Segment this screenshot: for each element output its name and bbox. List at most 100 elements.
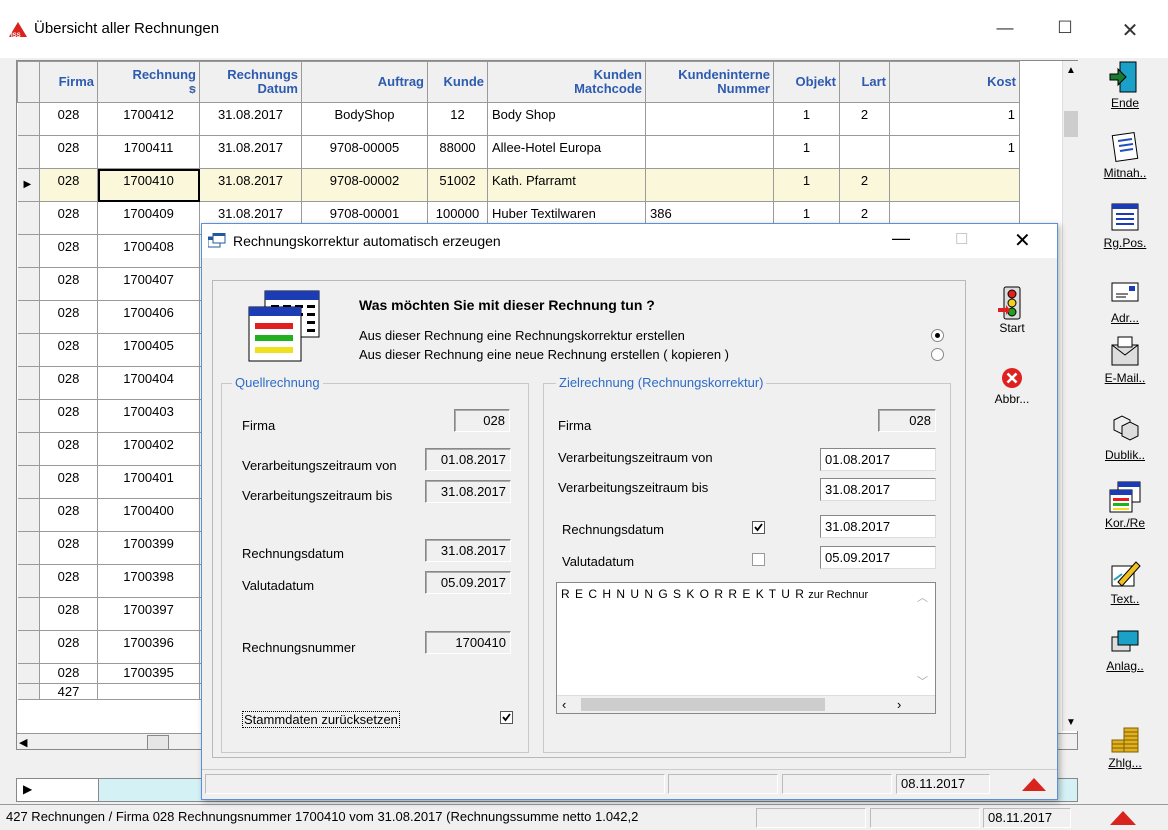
memo-scroll-up-icon[interactable]: ︿ xyxy=(917,589,928,605)
row-indicator[interactable] xyxy=(17,597,40,631)
toolbar-button-mitnah[interactable]: Mitnah.. xyxy=(1085,130,1165,180)
target-bis-input[interactable]: 31.08.2017 xyxy=(820,478,936,501)
table-cell[interactable]: 028 xyxy=(39,531,98,565)
table-cell[interactable]: 028 xyxy=(39,234,98,268)
toolbar-button-adr[interactable]: Adr... xyxy=(1085,275,1165,325)
memo-horizontal-scrollbar[interactable]: ‹ › xyxy=(557,695,935,713)
toolbar-button-korre[interactable]: Kor./Re xyxy=(1085,480,1165,530)
table-cell[interactable]: 1 xyxy=(773,135,840,169)
table-cell[interactable]: 028 xyxy=(39,168,98,202)
row-indicator[interactable]: ▶ xyxy=(17,168,40,202)
table-cell[interactable]: 028 xyxy=(39,663,98,684)
table-cell[interactable]: BodyShop xyxy=(301,102,428,136)
column-header-rechnungsdatum[interactable]: Rechnungs Datum xyxy=(199,61,302,103)
target-valuta-input[interactable]: 05.09.2017 xyxy=(820,546,936,569)
row-indicator[interactable] xyxy=(17,663,40,684)
table-cell[interactable]: 31.08.2017 xyxy=(199,168,302,202)
option-copy-radio[interactable] xyxy=(931,348,944,361)
table-cell[interactable]: 1700406 xyxy=(97,300,200,334)
row-indicator[interactable] xyxy=(17,135,40,169)
toolbar-button-zhlg[interactable]: Zhlg... xyxy=(1085,720,1165,770)
table-cell[interactable]: 1700411 xyxy=(97,135,200,169)
table-cell[interactable]: 028 xyxy=(39,399,98,433)
row-indicator[interactable] xyxy=(17,531,40,565)
row-indicator[interactable] xyxy=(17,465,40,499)
target-von-input[interactable]: 01.08.2017 xyxy=(820,448,936,471)
row-indicator[interactable] xyxy=(17,399,40,433)
scroll-thumb[interactable] xyxy=(147,735,169,749)
scroll-left-arrow-icon[interactable]: ◀ xyxy=(19,736,27,749)
table-cell[interactable]: 1700398 xyxy=(97,564,200,598)
table-cell[interactable]: 51002 xyxy=(427,168,488,202)
table-cell[interactable]: 028 xyxy=(39,300,98,334)
vertical-scrollbar[interactable]: ▲ ▼ xyxy=(1062,61,1078,731)
table-cell[interactable]: 028 xyxy=(39,366,98,400)
vertical-scroll-thumb[interactable] xyxy=(1064,111,1078,137)
table-cell[interactable]: Kath. Pfarramt xyxy=(487,168,646,202)
table-cell[interactable]: 1700399 xyxy=(97,531,200,565)
row-indicator[interactable] xyxy=(17,201,40,235)
minimize-button[interactable]: — xyxy=(990,18,1020,38)
row-indicator[interactable] xyxy=(17,333,40,367)
table-cell[interactable]: 1700407 xyxy=(97,267,200,301)
table-cell[interactable]: 1 xyxy=(889,102,1020,136)
table-cell[interactable]: 9708-00005 xyxy=(301,135,428,169)
reset-master-data-label[interactable]: Stammdaten zurücksetzen xyxy=(242,711,400,728)
table-row[interactable]: 028 1700412 31.08.2017 BodyShop 12 Body Shop 1… xyxy=(17,102,1020,136)
table-cell[interactable]: 028 xyxy=(39,597,98,631)
table-cell[interactable]: 1 xyxy=(889,135,1020,169)
column-header-kundeninterne-nummer[interactable]: Kundeninterne Nummer xyxy=(645,61,774,103)
table-cell[interactable]: 1 xyxy=(773,168,840,202)
table-cell[interactable]: 1700408 xyxy=(97,234,200,268)
table-cell[interactable]: 88000 xyxy=(427,135,488,169)
column-header-kost[interactable]: Kost xyxy=(889,61,1020,103)
table-cell[interactable]: 028 xyxy=(39,432,98,466)
table-cell[interactable]: 1700405 xyxy=(97,333,200,367)
toolbar-button-anlag[interactable]: Anlag.. xyxy=(1085,623,1165,673)
toolbar-button-text[interactable]: Text.. xyxy=(1085,556,1165,606)
table-cell[interactable] xyxy=(839,135,890,169)
table-cell[interactable]: 1700400 xyxy=(97,498,200,532)
table-cell[interactable]: Allee-Hotel Europa xyxy=(487,135,646,169)
table-cell[interactable]: 9708-00002 xyxy=(301,168,428,202)
toolbar-button-email[interactable]: E-Mail.. xyxy=(1085,335,1165,385)
close-button[interactable]: ✕ xyxy=(1115,18,1145,43)
table-cell[interactable] xyxy=(889,168,1020,202)
table-cell[interactable]: 1 xyxy=(773,102,840,136)
table-row[interactable]: 028 1700411 31.08.2017 9708-00005 88000 Allee… xyxy=(17,135,1020,169)
table-cell[interactable]: 028 xyxy=(39,498,98,532)
row-indicator[interactable] xyxy=(17,234,40,268)
table-cell[interactable]: Body Shop xyxy=(487,102,646,136)
table-cell[interactable]: 028 xyxy=(39,333,98,367)
column-header-objekt[interactable]: Objekt xyxy=(773,61,840,103)
memo-scroll-left-icon[interactable]: ‹ xyxy=(562,697,566,712)
column-header-firma[interactable]: Firma xyxy=(39,61,98,103)
table-row[interactable]: ▶ 028 1700410 31.08.2017 9708-00002 51002 Kath… xyxy=(17,168,1020,202)
table-cell[interactable]: 028 xyxy=(39,465,98,499)
memo-scroll-thumb[interactable] xyxy=(581,698,825,711)
toolbar-button-ende[interactable]: Ende xyxy=(1085,60,1165,110)
table-cell[interactable]: 028 xyxy=(39,564,98,598)
table-cell[interactable]: 2 xyxy=(839,102,890,136)
table-cell[interactable]: 1700402 xyxy=(97,432,200,466)
start-button[interactable]: Start xyxy=(992,286,1032,335)
target-valuta-checkbox[interactable] xyxy=(752,553,765,566)
table-cell[interactable]: 028 xyxy=(39,267,98,301)
memo-scroll-down-icon[interactable]: ﹀ xyxy=(917,673,928,689)
table-cell[interactable]: 2 xyxy=(839,168,890,202)
row-indicator[interactable] xyxy=(17,564,40,598)
memo-scroll-right-icon[interactable]: › xyxy=(897,697,901,712)
table-cell[interactable] xyxy=(645,102,774,136)
column-header-rechnung[interactable]: Rechnung s xyxy=(97,61,200,103)
sort-desc-icon[interactable]: ▽ xyxy=(189,85,196,96)
row-indicator[interactable] xyxy=(17,432,40,466)
table-cell[interactable]: 028 xyxy=(39,102,98,136)
correction-text-memo[interactable]: R E C H N U N G S K O R R E K T U R zur … xyxy=(556,582,936,714)
dialog-minimize-button[interactable]: — xyxy=(892,228,910,249)
table-cell[interactable]: 1700396 xyxy=(97,630,200,664)
column-header-lart[interactable]: Lart xyxy=(839,61,890,103)
table-cell[interactable]: 1700395 xyxy=(97,663,200,684)
navigator-field[interactable]: ▶ xyxy=(17,779,99,801)
table-cell[interactable] xyxy=(645,135,774,169)
column-header-auftrag[interactable]: Auftrag xyxy=(301,61,428,103)
